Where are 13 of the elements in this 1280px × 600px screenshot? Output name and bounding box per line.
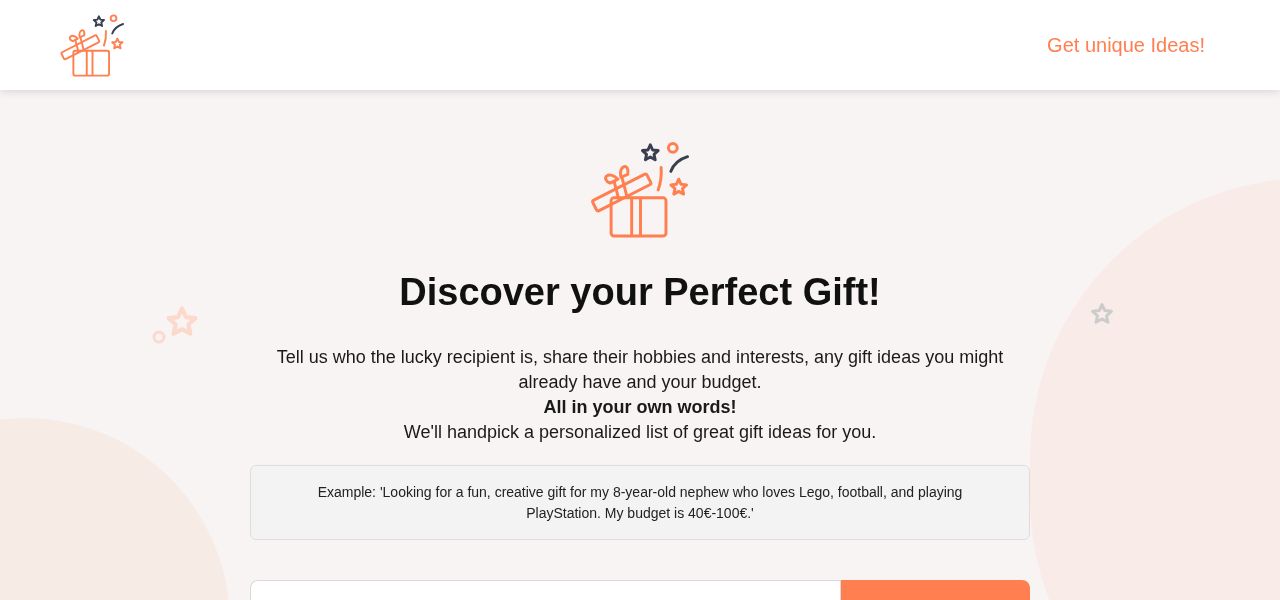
ring-icon bbox=[152, 330, 166, 344]
star-icon bbox=[165, 305, 199, 339]
intro-text: We'll handpick a personalized list of great gift ideas for you. bbox=[403, 421, 877, 444]
input-field[interactable] bbox=[250, 580, 841, 600]
example-box: Example: 'Looking for a fun, creative gift for my 8-year-old nephew who loves Lego, football, and playing PlayStation. My budget is 40€-100€.' bbox=[250, 465, 1030, 540]
submit-button[interactable] bbox=[841, 580, 1030, 600]
ideas-link[interactable]: Get unique Ideas! bbox=[1047, 30, 1205, 60]
gift-icon bbox=[589, 140, 691, 238]
intro-text: Tell us who the lucky recipient is, share their hobbies and interests, any gift ideas you might already have and your budget. bbox=[275, 346, 1005, 394]
page-title: Discover your Perfect Gift! bbox=[399, 270, 881, 315]
gift-icon bbox=[60, 13, 125, 77]
emphasis-text: All in your own words! bbox=[543, 396, 737, 419]
star-icon bbox=[1090, 302, 1114, 326]
